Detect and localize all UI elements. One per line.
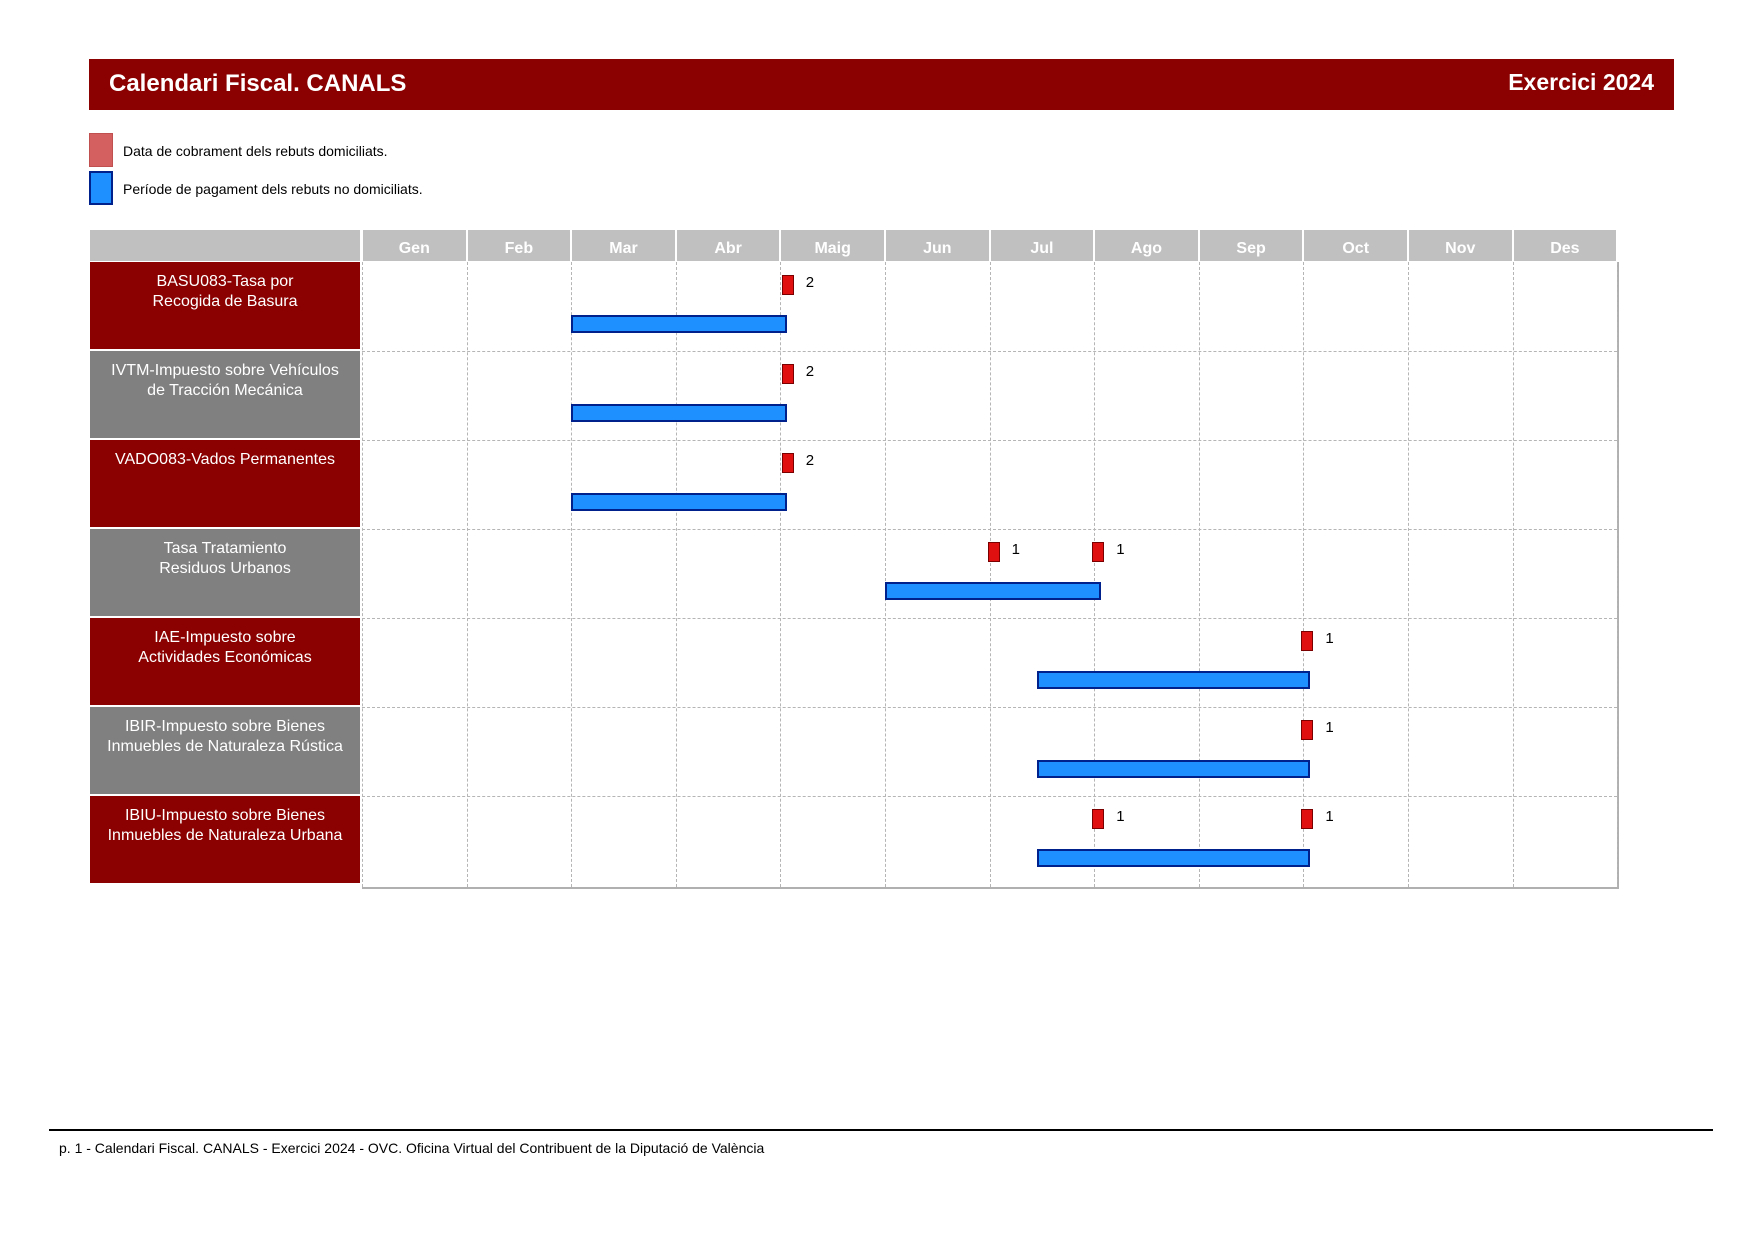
month-header: Des xyxy=(1513,230,1617,261)
row-label: BASU083-Tasa por Recogida de Basura xyxy=(90,262,360,349)
grid-vline xyxy=(571,262,573,887)
grid-vline xyxy=(1094,262,1096,887)
charge-date-marker xyxy=(1301,631,1314,651)
footer-text: p. 1 - Calendari Fiscal. CANALS - Exerci… xyxy=(59,1140,765,1156)
charge-date-marker xyxy=(781,453,794,473)
charge-date-label: 1 xyxy=(1011,541,1020,558)
row-label: IBIU-Impuesto sobre Bienes Inmuebles de N… xyxy=(90,796,360,883)
legend-swatch-charge xyxy=(89,133,113,167)
grid-hline xyxy=(362,618,1617,619)
charge-date-label: 1 xyxy=(1325,808,1334,825)
payment-period-bar xyxy=(1036,849,1311,867)
row-label: IAE-Impuesto sobre Actividades Económicas xyxy=(90,618,360,705)
charge-date-marker xyxy=(1301,809,1314,829)
grid-hline xyxy=(362,351,1617,352)
footer-divider xyxy=(49,1129,1713,1131)
month-header: Jul xyxy=(990,230,1094,261)
month-header: Gen xyxy=(363,230,466,261)
payment-period-bar xyxy=(571,315,788,333)
month-header: Mar xyxy=(572,230,675,261)
month-header: Abr xyxy=(676,230,780,261)
payment-period-bar xyxy=(1036,760,1311,778)
charge-date-label: 2 xyxy=(805,274,815,291)
grid-vline xyxy=(780,262,782,887)
payment-period-bar xyxy=(571,404,788,422)
payment-period-bar xyxy=(1036,671,1311,689)
grid-vline xyxy=(1617,262,1619,887)
row-label: Tasa Tratamiento Residuos Urbanos xyxy=(90,529,360,616)
month-header: Feb xyxy=(467,230,571,261)
charge-date-label: 2 xyxy=(805,452,815,469)
month-header: Sep xyxy=(1199,230,1303,261)
grid-vline xyxy=(1198,262,1200,887)
fiscal-year: Exercici 2024 xyxy=(1508,69,1654,95)
charge-date-label: 2 xyxy=(805,363,815,380)
charge-date-marker xyxy=(1092,542,1105,562)
payment-period-bar xyxy=(571,493,788,511)
page-title: Calendari Fiscal. CANALS xyxy=(109,70,407,97)
charge-date-label: 1 xyxy=(1116,808,1125,825)
charge-date-marker xyxy=(1301,720,1314,740)
charge-date-label: 1 xyxy=(1325,630,1334,647)
legend-text-non-domiciled: Període de pagament dels rebuts no domic… xyxy=(123,181,423,197)
grid-hline xyxy=(362,796,1617,797)
grid-vline xyxy=(362,262,363,887)
charge-date-marker xyxy=(987,542,1000,562)
month-header: Jun xyxy=(886,230,989,261)
grid-hline xyxy=(362,529,1617,530)
grid-vline xyxy=(675,262,677,887)
month-header: Maig xyxy=(781,230,884,261)
month-header: Nov xyxy=(1409,230,1512,261)
charge-date-label: 1 xyxy=(1116,541,1125,558)
month-header: Ago xyxy=(1095,230,1198,261)
charge-date-marker xyxy=(781,275,794,295)
charge-date-marker xyxy=(781,364,794,384)
legend-text-domiciled: Data de cobrament dels rebuts domiciliat… xyxy=(123,143,388,159)
grid-vline xyxy=(1512,262,1514,887)
grid-vline xyxy=(989,262,991,887)
grid-vline xyxy=(1408,262,1409,887)
grid-vline xyxy=(1303,262,1305,887)
row-label: VADO083-Vados Permanentes xyxy=(90,440,360,527)
legend-swatch-period xyxy=(89,171,113,205)
charge-date-marker xyxy=(1092,809,1105,829)
charge-date-label: 1 xyxy=(1325,719,1334,736)
grid-corner xyxy=(90,230,360,261)
payment-period-bar xyxy=(885,582,1101,600)
grid-hline xyxy=(362,440,1617,441)
page-header: Calendari Fiscal. CANALS Exercici 2024 xyxy=(89,59,1674,110)
month-header: Oct xyxy=(1304,230,1407,261)
row-label: IBIR-Impuesto sobre Bienes Inmuebles de N… xyxy=(90,707,360,794)
grid-vline xyxy=(466,262,468,887)
grid-hline xyxy=(362,707,1617,708)
grid-vline xyxy=(885,262,886,887)
row-label: IVTM-Impuesto sobre Vehículos de Tracción… xyxy=(90,351,360,438)
